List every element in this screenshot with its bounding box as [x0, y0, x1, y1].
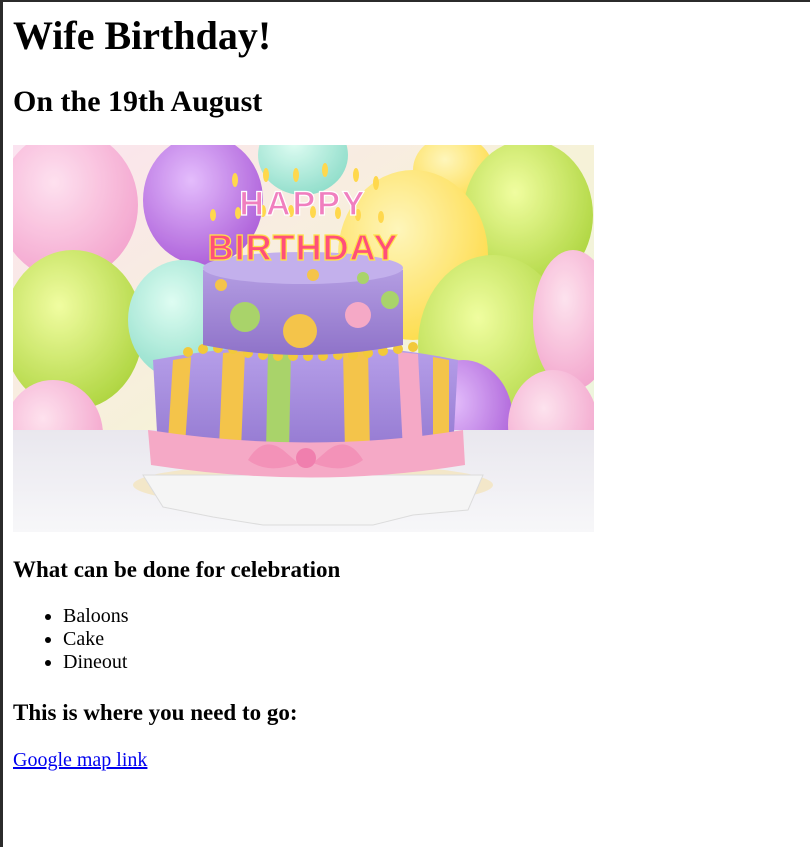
- celebration-heading: What can be done for celebration: [13, 557, 341, 582]
- window-left-border: [0, 0, 3, 847]
- location-heading: This is where you need to go:: [13, 700, 298, 725]
- birthday-cake-image: HAPPY BIRTHDAY: [13, 145, 594, 532]
- page-subtitle: On the 19th August: [13, 85, 263, 118]
- svg-text:BIRTHDAY: BIRTHDAY: [208, 227, 399, 268]
- cake-bottom-tier: [148, 342, 465, 478]
- celebration-list: Baloons Cake Dineout: [13, 605, 129, 674]
- google-map-link[interactable]: Google map link: [13, 748, 147, 772]
- list-item: Baloons: [63, 605, 129, 628]
- list-item: Dineout: [63, 651, 129, 674]
- page-title: Wife Birthday!: [13, 13, 272, 58]
- svg-text:HAPPY: HAPPY: [239, 185, 366, 223]
- window-top-border: [0, 0, 810, 2]
- list-item: Cake: [63, 628, 129, 651]
